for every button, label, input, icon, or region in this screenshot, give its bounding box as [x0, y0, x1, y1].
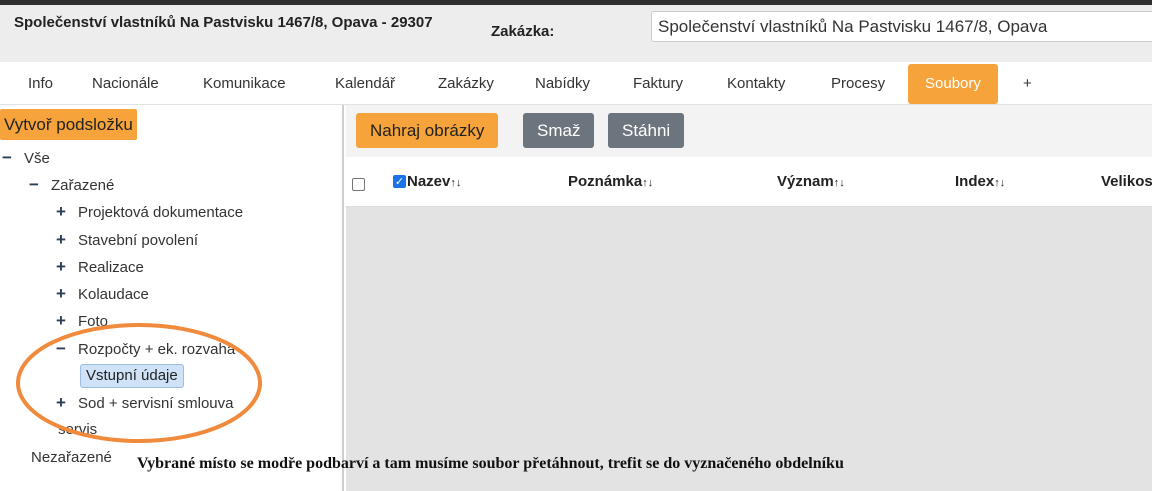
tab-kalendar[interactable]: Kalendář — [335, 64, 395, 104]
collapse-icon[interactable]: − — [27, 175, 41, 195]
tree-node-label: Foto — [78, 313, 109, 330]
tree-node-nezarazene[interactable]: Nezařazené — [31, 448, 112, 468]
collapse-icon[interactable]: − — [54, 339, 68, 359]
files-panel: Nahraj obrázky Smaž Stáhni ✓ Nazev↑↓ Poz… — [346, 105, 1152, 491]
column-checkbox[interactable]: ✓ — [393, 175, 406, 188]
tree-node-all[interactable]: − Vše — [0, 148, 50, 169]
tab-procesy[interactable]: Procesy — [831, 64, 885, 104]
page-header: Společenství vlastníků Na Pastvisku 1467… — [0, 5, 1152, 62]
tree-node-label: Vše — [24, 150, 50, 167]
tab-soubory[interactable]: Soubory — [908, 64, 998, 104]
tab-faktury[interactable]: Faktury — [633, 64, 683, 104]
tab-add[interactable]: + — [1023, 64, 1032, 104]
expand-icon[interactable]: + — [54, 284, 68, 304]
column-header-velikost[interactable]: Velikost — [1101, 173, 1152, 190]
tab-nacionale[interactable]: Nacionále — [92, 64, 159, 104]
zakazka-label: Zakázka: — [491, 23, 555, 40]
expand-icon[interactable]: + — [54, 257, 68, 277]
tree-node-realizace[interactable]: + Realizace — [54, 257, 144, 278]
upload-images-button[interactable]: Nahraj obrázky — [356, 113, 499, 148]
tree-node-foto[interactable]: + Foto — [54, 311, 108, 332]
expand-icon[interactable]: + — [54, 230, 68, 250]
tab-zakazky[interactable]: Zakázky — [438, 64, 494, 104]
column-header-poznamka[interactable]: Poznámka↑↓ — [568, 173, 653, 190]
tree-node-zarazene[interactable]: − Zařazené — [27, 175, 114, 196]
tree-node-stavebni[interactable]: + Stavební povolení — [54, 230, 198, 251]
tree-node-label: Kolaudace — [78, 286, 149, 303]
sort-icon[interactable]: ↑↓ — [642, 177, 653, 189]
sort-icon[interactable]: ↑↓ — [450, 177, 461, 189]
tree-node-label-selected[interactable]: Vstupní údaje — [80, 364, 184, 388]
tree-node-sod[interactable]: + Sod + servisní smlouva — [54, 393, 234, 414]
tab-info[interactable]: Info — [28, 64, 53, 104]
sort-icon[interactable]: ↑↓ — [834, 177, 845, 189]
tree-node-label: Sod + servisní smlouva — [78, 395, 234, 412]
tree-node-servis[interactable]: servis — [58, 420, 97, 440]
tab-nabidky[interactable]: Nabídky — [535, 64, 590, 104]
select-all-checkbox[interactable] — [352, 178, 365, 191]
expand-icon[interactable]: + — [54, 311, 68, 331]
annotation-caption: Vybrané místo se modře podbarví a tam mu… — [137, 455, 844, 472]
sort-icon[interactable]: ↑↓ — [994, 177, 1005, 189]
expand-icon[interactable]: + — [54, 393, 68, 413]
tree-node-vstupni-udaje[interactable]: Vstupní údaje — [80, 364, 184, 388]
tree-node-label: Zařazené — [51, 177, 115, 194]
tree-node-label: Stavební povolení — [78, 232, 199, 249]
column-label: Význam — [777, 173, 834, 190]
tab-kontakty[interactable]: Kontakty — [727, 64, 785, 104]
files-table-header: ✓ Nazev↑↓ Poznámka↑↓ Význam↑↓ Index↑↓ Ve… — [346, 157, 1152, 207]
column-label: Nazev — [407, 173, 451, 190]
create-subfolder-button[interactable]: Vytvoř podsložku — [0, 109, 137, 140]
entity-name: Společenství vlastníků Na Pastvisku 1467… — [14, 14, 433, 31]
download-button[interactable]: Stáhni — [608, 113, 685, 148]
column-header-index[interactable]: Index↑↓ — [955, 173, 1005, 190]
column-label: Velikost — [1101, 173, 1152, 190]
tab-bar: Info Nacionále Komunikace Kalendář Zakáz… — [0, 62, 1152, 105]
collapse-icon[interactable]: − — [0, 148, 14, 168]
files-toolbar: Nahraj obrázky Smaž Stáhni — [346, 105, 1152, 157]
tree-node-kolaudace[interactable]: + Kolaudace — [54, 284, 149, 305]
tree-node-label: Rozpočty + ek. rozvaha — [78, 341, 236, 358]
column-header-vyznam[interactable]: Význam↑↓ — [777, 173, 845, 190]
tree-node-projektova[interactable]: + Projektová dokumentace — [54, 202, 243, 223]
expand-icon[interactable]: + — [54, 202, 68, 222]
zakazka-input[interactable] — [651, 11, 1152, 42]
tree-node-label: Realizace — [78, 259, 144, 276]
delete-button[interactable]: Smaž — [523, 113, 595, 148]
tree-node-label: Nezařazené — [31, 449, 112, 466]
tree-node-rozpocty[interactable]: − Rozpočty + ek. rozvaha — [54, 339, 235, 360]
column-label: Index — [955, 173, 995, 190]
tab-komunikace[interactable]: Komunikace — [203, 64, 286, 104]
tree-node-label: servis — [58, 421, 98, 438]
column-header-nazev[interactable]: Nazev↑↓ — [407, 173, 461, 190]
tree-node-label: Projektová dokumentace — [78, 204, 244, 221]
column-label: Poznámka — [568, 173, 643, 190]
folder-sidebar: Vytvoř podsložku − Vše − Zařazené + Projekt… — [0, 105, 344, 491]
